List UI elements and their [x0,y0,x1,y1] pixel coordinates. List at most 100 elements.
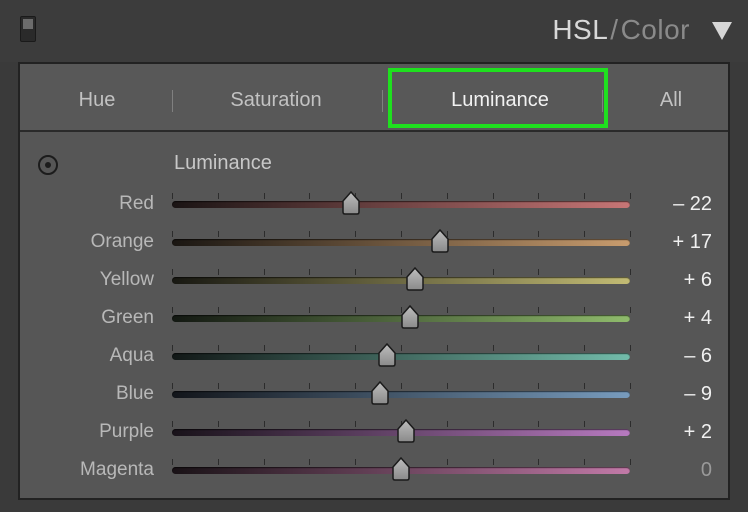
slider-tick [538,383,540,389]
panel-title-separator: / [610,14,619,45]
slider-tick [584,345,586,351]
slider-tick [584,231,586,237]
slider-thumb-blue[interactable] [370,381,390,405]
slider-value[interactable]: – 6 [684,337,712,375]
slider-tick [630,307,631,313]
slider-tick [630,193,631,199]
slider-tick [584,383,586,389]
slider-track-magenta[interactable] [172,457,631,481]
slider-thumb-aqua[interactable] [377,343,397,367]
slider-tick [309,193,311,199]
slider-thumb-purple[interactable] [396,419,416,443]
collapse-triangle-icon[interactable] [712,22,732,40]
slider-tick [355,421,357,427]
slider-thumb-red[interactable] [341,191,361,215]
panel-title-hsl[interactable]: HSL [552,14,608,45]
slider-tick [492,307,494,313]
slider-tick [172,193,173,199]
slider-tick [217,459,219,465]
slider-tick [263,307,265,313]
slider-thumb-orange[interactable] [430,229,450,253]
slider-tick [401,269,402,275]
panel-header: HSL/Color [0,0,748,62]
slider-tick [492,269,494,275]
slider-tick [309,231,311,237]
slider-thumb-magenta[interactable] [391,457,411,481]
slider-row-magenta: Magenta 0 [20,451,728,489]
slider-tick [355,345,357,351]
tab-hue[interactable]: Hue [38,64,156,130]
panel-title[interactable]: HSL/Color [552,14,690,46]
slider-tick [584,459,586,465]
tab-divider [602,90,603,112]
slider-tick [172,269,173,275]
slider-tick [172,383,173,389]
slider-tick [401,383,402,389]
target-adjustment-icon[interactable] [38,155,58,175]
slider-tick [309,421,311,427]
slider-tick [492,383,494,389]
slider-value[interactable]: + 2 [684,413,712,451]
slider-tick [446,307,448,313]
slider-tick [446,459,448,465]
slider-label: Orange [90,231,154,252]
slider-tick [538,459,540,465]
tab-luminance[interactable]: Luminance [390,64,610,130]
slider-track-blue[interactable] [172,381,631,405]
slider-value[interactable]: – 22 [673,185,712,223]
slider-label: Aqua [109,345,154,366]
slider-tick [172,231,173,237]
tab-all[interactable]: All [624,64,718,130]
slider-tick [309,459,311,465]
slider-tick [630,383,631,389]
slider-tick [630,231,631,237]
slider-row-green: Green + 4 [20,299,728,337]
slider-tick [401,345,402,351]
slider-tick [492,421,494,427]
slider-tick [172,421,173,427]
slider-row-purple: Purple + 2 [20,413,728,451]
slider-tick [355,459,357,465]
slider-track-purple[interactable] [172,419,631,443]
slider-value[interactable]: – 9 [684,375,712,413]
slider-tick [217,193,219,199]
slider-thumb-yellow[interactable] [405,267,425,291]
slider-value[interactable]: 0 [701,451,712,489]
slider-tick [538,193,540,199]
slider-track-aqua[interactable] [172,343,631,367]
slider-track-orange[interactable] [172,229,631,253]
slider-row-orange: Orange + 17 [20,223,728,261]
slider-track-green[interactable] [172,305,631,329]
slider-tick [217,307,219,313]
slider-tick [263,231,265,237]
tab-saturation[interactable]: Saturation [180,64,372,130]
panel-title-color[interactable]: Color [621,14,690,45]
slider-tick [355,231,357,237]
slider-thumb-green[interactable] [400,305,420,329]
slider-tick [309,383,311,389]
hsl-panel: Hue Saturation Luminance All Luminance R… [18,62,730,500]
slider-track-yellow[interactable] [172,267,631,291]
tab-divider [172,90,173,112]
panel-switch-icon[interactable] [20,16,36,42]
slider-value[interactable]: + 4 [684,299,712,337]
slider-tick [172,307,173,313]
slider-value[interactable]: + 6 [684,261,712,299]
slider-tick [538,421,540,427]
slider-label: Blue [115,383,154,404]
slider-tick [309,307,311,313]
slider-tick [446,345,448,351]
slider-track-red[interactable] [172,191,631,215]
slider-tick [584,421,586,427]
slider-tick [263,269,265,275]
slider-tick [217,231,219,237]
slider-tick [217,345,219,351]
slider-tick [309,269,311,275]
slider-row-blue: Blue – 9 [20,375,728,413]
slider-tick [446,421,448,427]
slider-tick [309,345,311,351]
slider-tick [538,307,540,313]
slider-tick [492,231,494,237]
slider-value[interactable]: + 17 [673,223,712,261]
slider-tick [401,193,402,199]
